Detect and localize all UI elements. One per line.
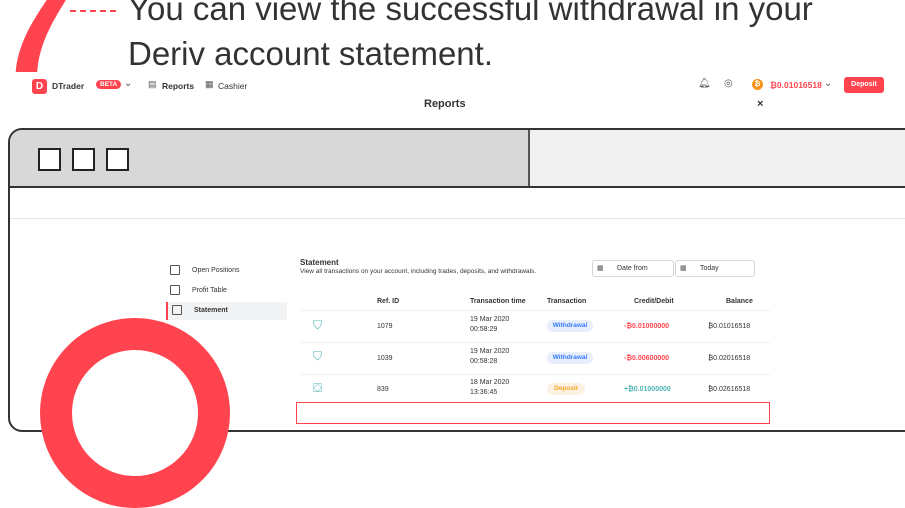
credit-debit-amount: -₿0.01000000 xyxy=(624,323,670,330)
reports-icon: ▤ xyxy=(148,79,157,89)
row-divider xyxy=(300,310,770,311)
beta-badge: BETA xyxy=(96,80,122,89)
ref-id: 839 xyxy=(377,386,389,393)
open-positions-icon xyxy=(170,265,180,276)
window-control-icon[interactable] xyxy=(106,148,129,171)
dtrader-logo-icon[interactable]: D xyxy=(32,79,47,94)
caption-line-2: Deriv account statement. xyxy=(128,35,493,72)
sidebar-item-label: Profit Table xyxy=(192,287,227,294)
row-balance: ₿0.02616518 xyxy=(708,386,751,393)
calendar-icon: ▦ xyxy=(597,265,604,272)
close-icon[interactable]: × xyxy=(757,98,763,110)
column-header-ref-id: Ref. ID xyxy=(377,298,400,305)
transaction-time: 00:58:28 xyxy=(470,358,498,365)
caption-line-1: You can view the successful withdrawal i… xyxy=(128,0,813,27)
profit-table-icon xyxy=(170,285,180,296)
account-balance[interactable]: ₿0.01016518 xyxy=(770,80,822,90)
sidebar-item-statement[interactable]: Statement xyxy=(166,302,287,320)
credit-debit-amount: +₿0.01000000 xyxy=(624,386,671,393)
transaction-time: 00:58:29 xyxy=(470,326,498,333)
withdrawal-icon: ⛉ xyxy=(313,318,323,332)
window-titlebar xyxy=(10,130,905,188)
column-header-credit-debit: Credit/Debit xyxy=(634,298,674,305)
nav-cashier[interactable]: Cashier xyxy=(218,81,247,91)
bell-icon[interactable]: 🔔︎ xyxy=(698,78,711,89)
ref-id: 1079 xyxy=(377,323,393,330)
sidebar-item-label: Open Positions xyxy=(192,267,240,274)
statement-icon xyxy=(172,305,182,316)
chevron-down-icon[interactable]: ⌄ xyxy=(824,78,832,89)
deposit-button[interactable]: Deposit xyxy=(844,77,884,93)
statement-title: Statement xyxy=(300,258,339,267)
bitcoin-icon: ₿ xyxy=(752,79,763,90)
cashier-icon: ▦ xyxy=(205,79,214,89)
reports-title: Reports xyxy=(424,98,466,110)
row-divider xyxy=(300,342,770,343)
statement-description: View all transactions on your account, i… xyxy=(300,268,537,275)
transaction-date: 19 Mar 2020 xyxy=(470,348,510,355)
column-header-transaction-time: Transaction time xyxy=(470,298,526,305)
date-from-picker[interactable]: ▦ Date from xyxy=(592,260,674,277)
account-icon[interactable]: ◎ xyxy=(724,78,733,89)
transaction-type-badge: Withdrawal xyxy=(547,320,593,332)
window-control-icon[interactable] xyxy=(38,148,61,171)
step-caption: You can view the successful withdrawal i… xyxy=(128,0,813,76)
sidebar-item-open-positions[interactable]: Open Positions xyxy=(170,262,285,280)
sidebar-item-profit-table[interactable]: Profit Table xyxy=(170,282,285,300)
column-header-transaction: Transaction xyxy=(547,298,587,305)
address-bar-area xyxy=(528,130,905,186)
date-to-picker[interactable]: ▦ Today xyxy=(675,260,755,277)
sidebar-item-label: Statement xyxy=(194,307,228,314)
date-to-label: Today xyxy=(700,265,719,272)
magnifier-ring xyxy=(40,318,230,508)
credit-debit-amount: -₿0.00600000 xyxy=(624,355,670,362)
transaction-date: 19 Mar 2020 xyxy=(470,316,510,323)
calendar-icon: ▦ xyxy=(680,265,687,272)
date-from-label: Date from xyxy=(617,265,648,272)
transaction-type-badge: Deposit xyxy=(547,383,585,395)
nav-reports[interactable]: Reports xyxy=(162,81,194,91)
window-control-icon[interactable] xyxy=(72,148,95,171)
transaction-date: 18 Mar 2020 xyxy=(470,379,510,386)
withdrawal-icon: ⛉ xyxy=(313,349,323,363)
top-navbar xyxy=(10,188,905,219)
transaction-type-badge: Withdrawal xyxy=(547,352,593,364)
step-number: 7 xyxy=(0,0,74,72)
deposit-icon: ⛋ xyxy=(313,381,323,395)
highlight-box xyxy=(296,402,770,424)
app-name[interactable]: DTrader xyxy=(52,81,84,91)
chevron-down-icon[interactable]: ⌄ xyxy=(124,78,132,89)
step-connector-line xyxy=(70,10,116,12)
row-divider xyxy=(300,374,770,375)
ref-id: 1039 xyxy=(377,355,393,362)
column-header-balance: Balance xyxy=(726,298,753,305)
transaction-time: 13:36:45 xyxy=(470,389,498,396)
row-balance: ₿0.01016518 xyxy=(708,323,751,330)
row-balance: ₿0.02016518 xyxy=(708,355,751,362)
